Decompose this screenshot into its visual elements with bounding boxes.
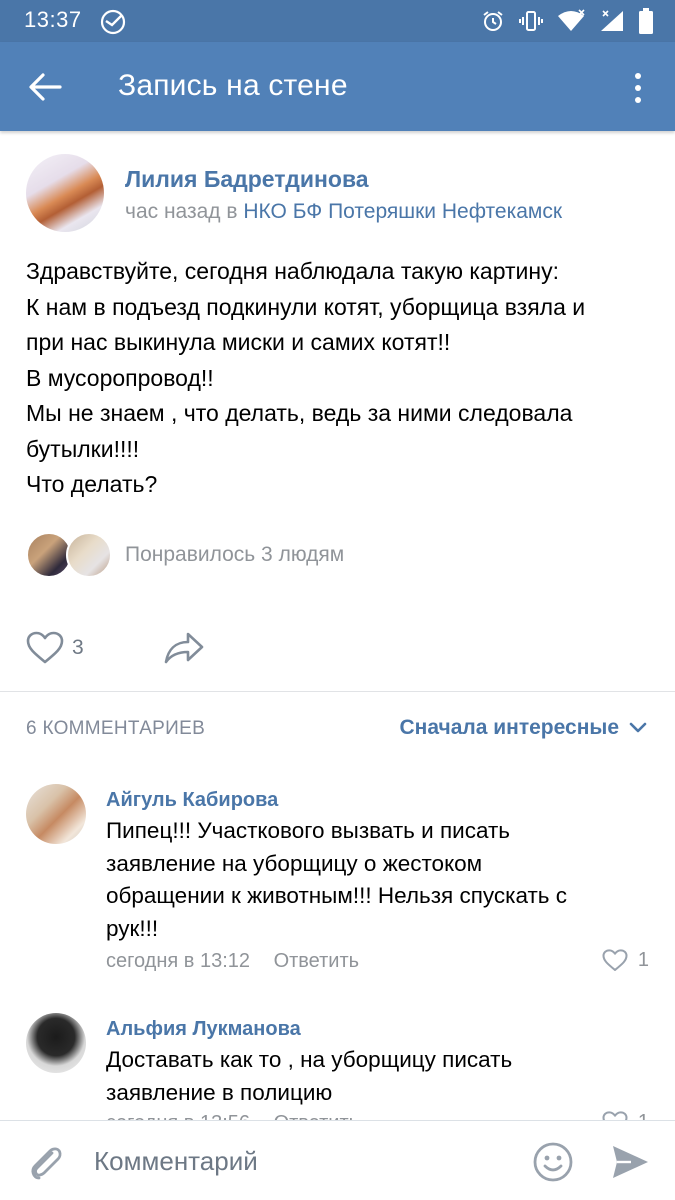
post-share-button[interactable] <box>162 630 206 666</box>
emoji-button[interactable] <box>532 1141 574 1183</box>
paperclip-icon <box>31 1147 62 1180</box>
comment-text-line: Пипец!!! Участкового вызвать и писать <box>106 818 511 843</box>
sber-icon <box>100 9 126 35</box>
post-text-line: бутылки!!!! <box>26 435 140 462</box>
comment-text: Пипец!!! Участкового вызвать и писать за… <box>106 815 656 945</box>
post-text-line: В мусоропровод!! <box>26 364 214 391</box>
send-icon <box>613 1146 648 1178</box>
post-text-line: Что делать? <box>26 471 158 497</box>
status-icons <box>481 6 653 36</box>
signal-icon <box>601 10 623 31</box>
comment-author-avatar[interactable] <box>26 1013 86 1073</box>
comment-input[interactable] <box>94 1139 504 1183</box>
comment-time: сегодня в 13:12 <box>106 950 250 972</box>
arrow-left-icon <box>29 73 62 101</box>
comment-reply-button[interactable]: Ответить <box>274 950 360 972</box>
divider <box>0 691 675 692</box>
comment-text-line: заявление в полицию <box>106 1079 333 1105</box>
heart-icon <box>26 631 64 664</box>
post-like-count: 3 <box>72 636 84 659</box>
status-time: 13:37 <box>24 7 82 32</box>
more-vertical-icon <box>635 73 641 79</box>
comment-text-line: Доставать как то , на уборщицу писать <box>106 1047 513 1072</box>
more-menu-button[interactable] <box>623 66 653 110</box>
comment-like-count: 1 <box>637 949 649 971</box>
attach-button[interactable] <box>24 1141 66 1183</box>
comments-count: 6 КОММЕНТАРИЕВ <box>26 718 206 739</box>
comment-meta: сегодня в 13:12 Ответить <box>106 950 359 973</box>
comment-composer <box>0 1120 675 1200</box>
comment-text-line: обращении к животным!!! Нельзя спускать … <box>106 883 568 908</box>
post-text: Здравствуйте, сегодня наблюдала такую ка… <box>26 254 656 503</box>
post-author-avatar[interactable] <box>26 154 104 232</box>
post-author-name[interactable]: Лилия Бадретдинова <box>125 166 369 193</box>
post-like-button[interactable]: 3 <box>26 628 84 668</box>
post-text-line: Здравствуйте, сегодня наблюдала такую ка… <box>26 258 559 284</box>
vibrate-icon <box>519 11 543 31</box>
comment-text: Доставать как то , на уборщицу писать за… <box>106 1044 656 1109</box>
send-button[interactable] <box>609 1141 651 1183</box>
share-icon <box>164 632 204 664</box>
post-meta: час назад в НКО БФ Потеряшки Нефтекамск <box>125 200 562 224</box>
battery-icon <box>639 8 653 34</box>
comment-author-avatar[interactable] <box>26 784 86 844</box>
liker-avatar[interactable] <box>66 532 112 578</box>
wifi-icon <box>558 9 585 31</box>
comment-text-line: рук!!! <box>106 915 159 941</box>
chevron-down-icon <box>629 722 647 733</box>
post-text-line: Мы не знаем , что делать, ведь за ними с… <box>26 400 573 426</box>
liked-by-text[interactable]: Понравилось 3 людям <box>125 543 344 567</box>
post-text-line: К нам в подъезд подкинули котят, уборщиц… <box>26 293 586 320</box>
post-time: час назад в <box>125 200 238 223</box>
post-group-link[interactable]: НКО БФ Потеряшки Нефтекамск <box>243 200 562 223</box>
smile-icon <box>533 1142 573 1182</box>
post-text-line: при нас выкинула миски и самих котят!! <box>26 329 451 355</box>
comment-author-name[interactable]: Айгуль Кабирова <box>106 789 278 812</box>
comment-text-line: заявление на уборщицу о жестоком <box>106 850 483 876</box>
heart-icon <box>602 949 628 971</box>
status-bar: 13:37 <box>0 0 675 42</box>
app-bar: Запись на стене <box>0 42 675 131</box>
alarm-icon <box>483 11 503 31</box>
page-title: Запись на стене <box>118 69 348 102</box>
comment-like-button[interactable]: 1 <box>602 949 649 972</box>
comment-author-name[interactable]: Альфия Лукманова <box>106 1018 301 1041</box>
comments-sort-label: Сначала интересные <box>399 716 620 739</box>
back-button[interactable] <box>18 62 72 112</box>
comments-sort-select[interactable]: Сначала интересные <box>400 716 648 740</box>
